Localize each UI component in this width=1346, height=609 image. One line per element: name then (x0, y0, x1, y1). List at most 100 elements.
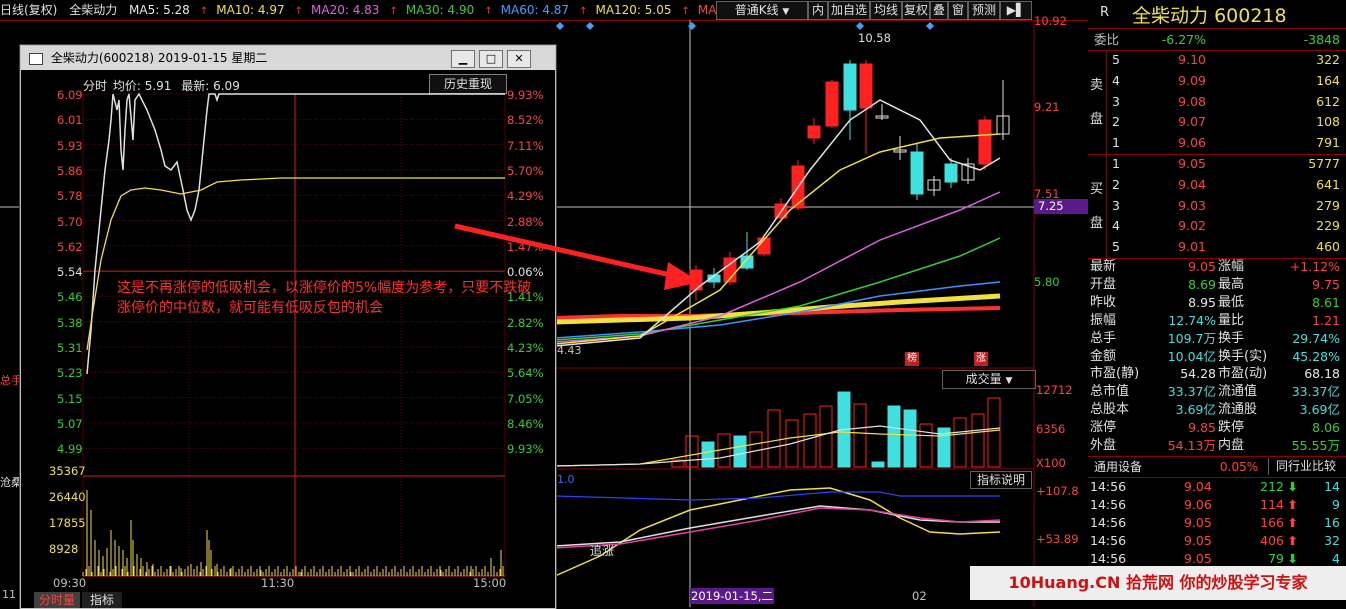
tab-volume[interactable]: 分时量 (34, 592, 80, 608)
stat-value: 1.21 (1312, 312, 1340, 328)
quote-title: 全柴动力 600218 (1132, 1, 1287, 28)
stat-label: 市盈(动) (1218, 366, 1268, 382)
ma-lines (554, 99, 1001, 577)
avg-price-line (86, 177, 505, 351)
candle-body (740, 255, 754, 269)
indicator-left-tick: 1.0 (557, 473, 575, 486)
price-tick: 5.62 (57, 239, 83, 254)
volume-bar (685, 435, 699, 468)
price-tick: 5.46 (57, 290, 83, 305)
stat-row: 振幅 12.74% 量比 1.21 (1088, 312, 1346, 330)
stat-label: 总市值 (1090, 384, 1130, 400)
order-volume: 279 (1316, 197, 1340, 213)
order-volume: 5777 (1308, 156, 1340, 171)
order-row: 4 9.09 164 (1088, 71, 1346, 91)
tick-count: 9 (1332, 497, 1340, 512)
volume-tick: 26440 (49, 490, 86, 504)
toolbar-button[interactable]: 预测 (968, 1, 1000, 20)
kline-type-label: 普通K线 (734, 3, 779, 17)
order-row: 5 9.10 322 (1088, 50, 1346, 70)
stat-value: 8.06 (1312, 420, 1340, 436)
order-level: 1 (1112, 156, 1120, 171)
industry-compare-button[interactable]: 同行业比较 (1268, 458, 1343, 475)
pct-tick: 0.06% (507, 265, 544, 280)
tick-count: 14 (1324, 479, 1340, 494)
intraday-chart[interactable] (21, 70, 555, 608)
intraday-popup-window[interactable]: 全柴动力(600218) 2019-01-15 星期二 ▁ □ ✕ 分时 均价:… (20, 45, 556, 609)
industry-label[interactable]: 通用设备 (1094, 457, 1142, 477)
stat-row: 总市值 33.37亿 流通值 33.37亿 (1088, 383, 1346, 401)
arrow-up-icon: ⬆ (1287, 533, 1298, 548)
stat-row: 最新 9.05 涨幅 +1.12% (1088, 258, 1346, 276)
tick-row: 14:56 9.06 114 ⬆ 9 (1088, 496, 1346, 514)
high-price-label: 10.58 (858, 31, 891, 45)
ma-value: MA120: 5.05 (595, 3, 672, 17)
stat-label: 市盈(静) (1090, 366, 1140, 382)
minimize-icon[interactable]: ▁ (451, 50, 475, 68)
time-tick: 09:30 (53, 576, 87, 590)
ma-value: MA10: 4.97 (216, 3, 285, 17)
popup-titlebar[interactable]: 全柴动力(600218) 2019-01-15 星期二 ▁ □ ✕ (21, 46, 555, 70)
indicator-help-button[interactable]: 指标说明 (970, 471, 1032, 489)
price-tick: 9.21 (1034, 100, 1060, 114)
stat-value: 45.28% (1292, 348, 1340, 364)
event-marker (688, 22, 696, 30)
candle-body (825, 81, 839, 127)
stat-value: 9.75 (1312, 276, 1340, 292)
order-level: 3 (1112, 93, 1120, 109)
candlesticks (689, 60, 1010, 300)
toolbar-button[interactable]: 均线 (870, 1, 902, 20)
stat-row: 开盘 8.69 最高 9.75 (1088, 276, 1346, 294)
toolbar-button[interactable]: 内 (808, 1, 828, 20)
close-icon[interactable]: ✕ (507, 50, 531, 68)
order-volume: 322 (1316, 52, 1340, 67)
tick-volume: 114 (1260, 497, 1284, 512)
pct-tick: 8.46% (507, 416, 544, 431)
stat-value: 109.7万 (1167, 330, 1216, 346)
event-marker (856, 22, 864, 30)
flag-zhang[interactable]: 涨 (974, 352, 988, 366)
order-volume: 229 (1316, 218, 1340, 234)
maximize-icon[interactable]: □ (479, 50, 503, 68)
up-arrow-icon: ↑ (199, 6, 209, 17)
date-tick: 02 (912, 589, 927, 603)
stat-label: 外盘 (1090, 438, 1117, 453)
volume-ma (554, 429, 1001, 467)
weibi-diff: -3848 (1303, 32, 1340, 47)
pct-tick: 5.64% (507, 366, 544, 381)
order-level: 4 (1112, 218, 1120, 234)
volume-select-label: 成交量 (965, 372, 1002, 386)
candle-body (843, 63, 857, 111)
order-volume: 460 (1316, 239, 1340, 255)
toolbar-button[interactable]: 复权 (902, 1, 930, 20)
up-arrow-icon: ↑ (484, 6, 493, 17)
toolbar-button[interactable]: 窗 (948, 1, 968, 20)
order-price: 9.01 (1178, 239, 1206, 255)
up-arrow-icon: ↑ (294, 6, 304, 17)
stat-label: 换手(实) (1218, 348, 1268, 364)
candle-body (910, 151, 924, 195)
toolbar-button[interactable]: 加自选 (828, 1, 870, 20)
order-level: 5 (1112, 239, 1120, 255)
industry-row: 通用设备 0.05% 同行业比较 (1088, 457, 1346, 477)
up-arrow-icon: ↑ (579, 6, 588, 17)
arrow-down-icon: ⬇ (1287, 479, 1298, 494)
toolbar-button[interactable]: 叠 (930, 1, 948, 20)
volume-bar (701, 441, 715, 468)
stat-value: 9.85 (1188, 420, 1216, 436)
stat-row: 总手 109.7万 换手 29.74% (1088, 330, 1346, 348)
kline-type-select[interactable]: 普通K线 ▼ (716, 1, 808, 20)
tick-volume: 212 (1260, 479, 1284, 494)
stat-value: 29.74% (1292, 330, 1340, 346)
volume-select[interactable]: 成交量 ▼ (942, 370, 1036, 389)
candle-body (978, 119, 992, 165)
pin-icon[interactable]: ▶▌ (1000, 1, 1032, 20)
price-tick: 5.70 (57, 214, 83, 229)
flag-bang[interactable]: 榜 (905, 352, 919, 366)
tab-indicator[interactable]: 指标 (82, 592, 122, 608)
stat-value: 10.04亿 (1167, 348, 1216, 364)
price-tick: 6.09 (57, 88, 83, 102)
volume-bar (887, 405, 901, 468)
weibi-label: 委比 (1094, 32, 1120, 47)
price-tick: 4.99 (57, 442, 83, 457)
